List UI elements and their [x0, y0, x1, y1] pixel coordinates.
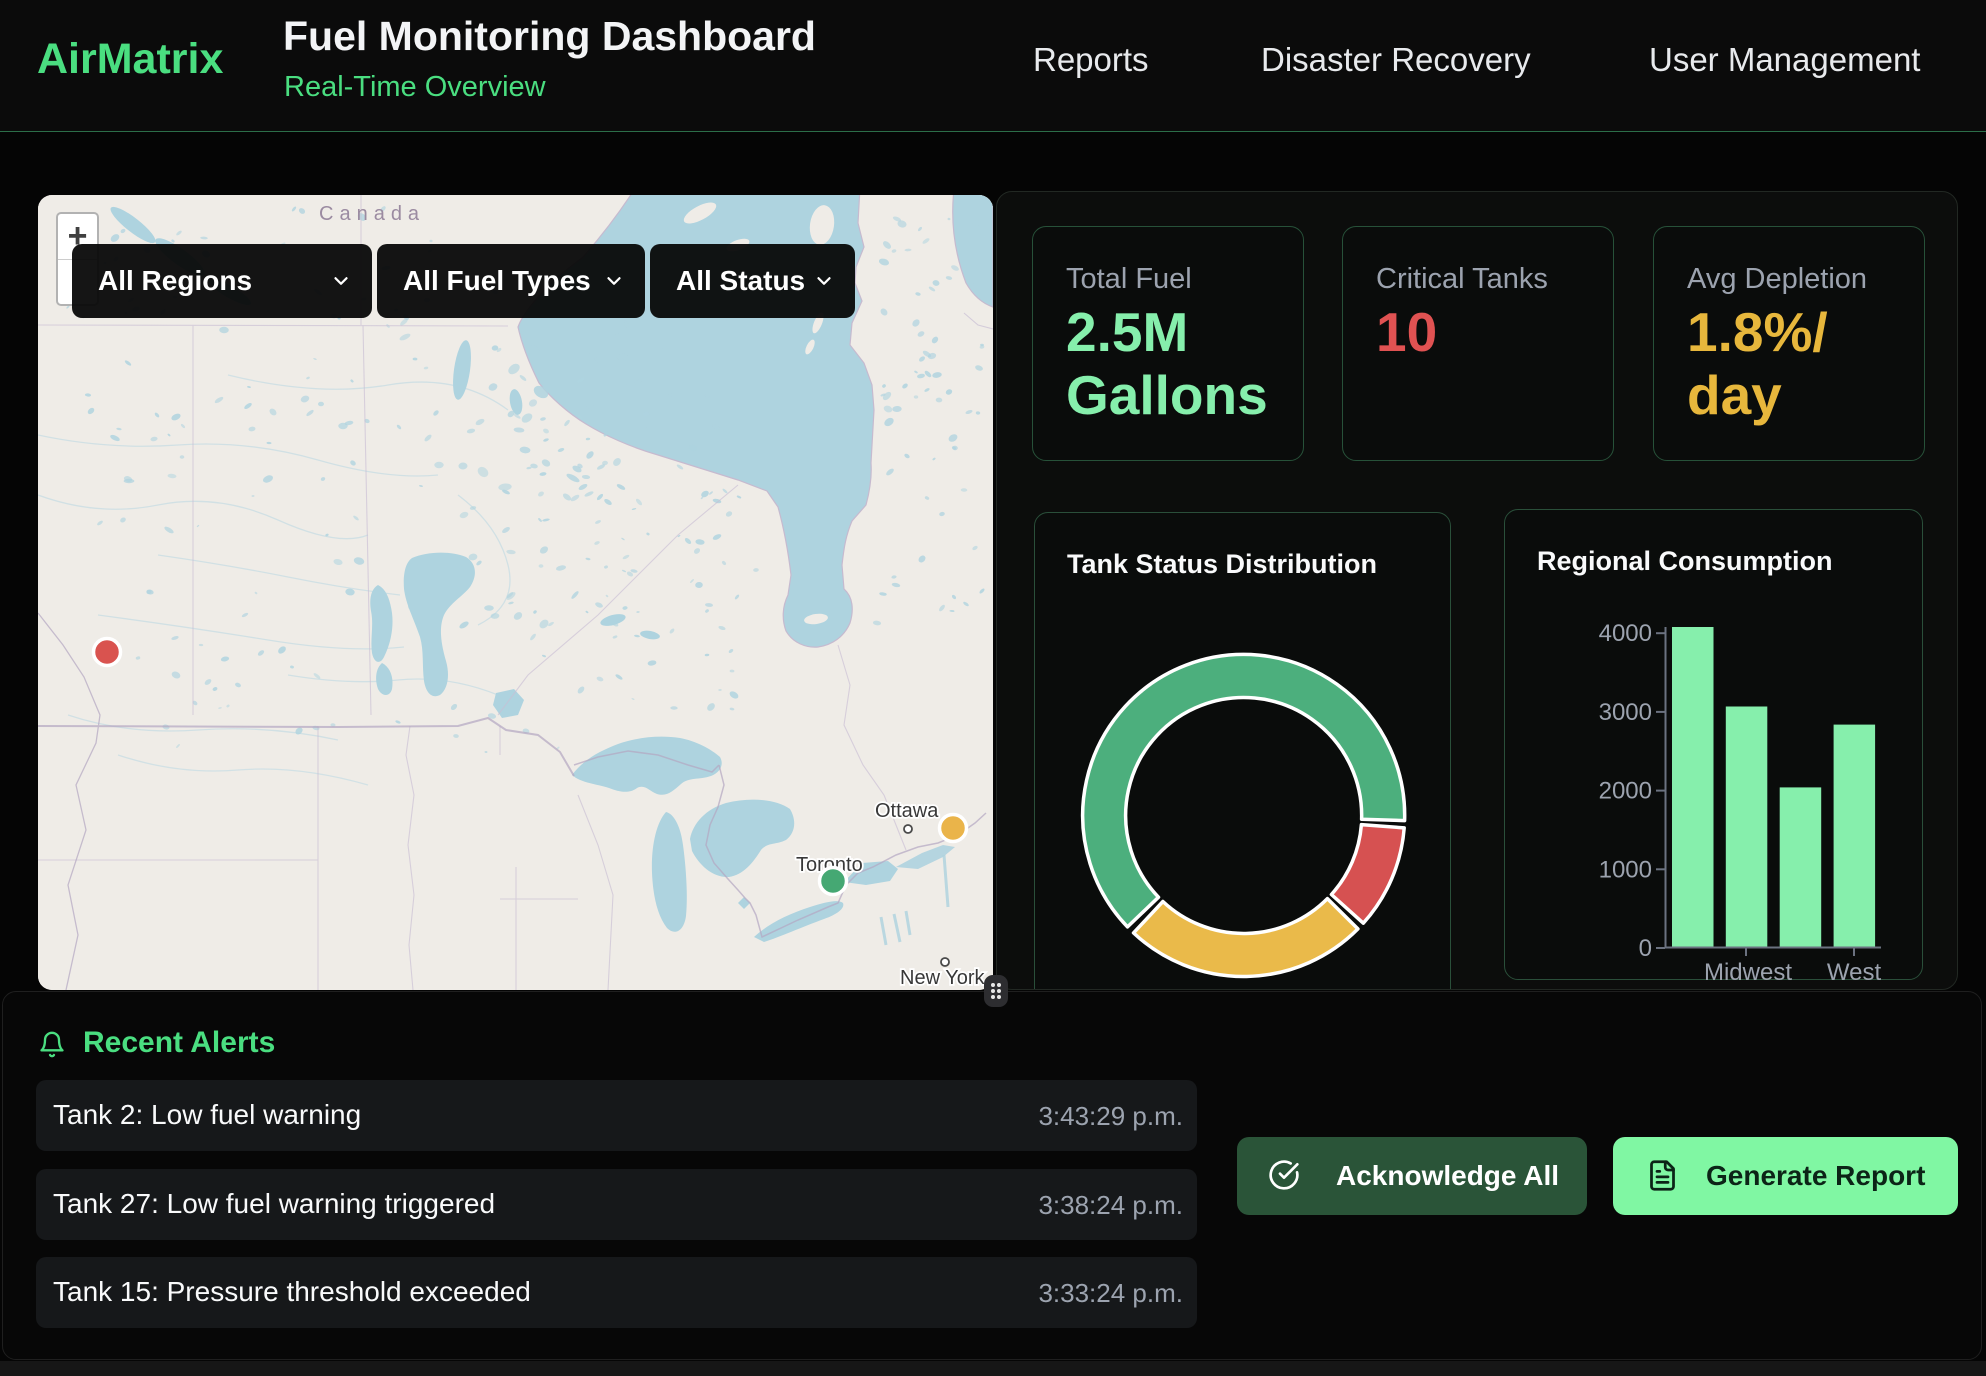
svg-text:4000: 4000: [1599, 620, 1652, 647]
svg-text:Canada: Canada: [319, 203, 425, 225]
svg-text:New York: New York: [900, 967, 985, 989]
svg-text:3000: 3000: [1599, 699, 1652, 726]
svg-text:Midwest: Midwest: [1704, 959, 1792, 981]
svg-text:1000: 1000: [1599, 856, 1652, 883]
svg-text:Ottawa: Ottawa: [875, 800, 939, 822]
svg-text:0: 0: [1639, 935, 1652, 962]
svg-text:2000: 2000: [1599, 778, 1652, 805]
svg-text:West: West: [1827, 959, 1882, 981]
